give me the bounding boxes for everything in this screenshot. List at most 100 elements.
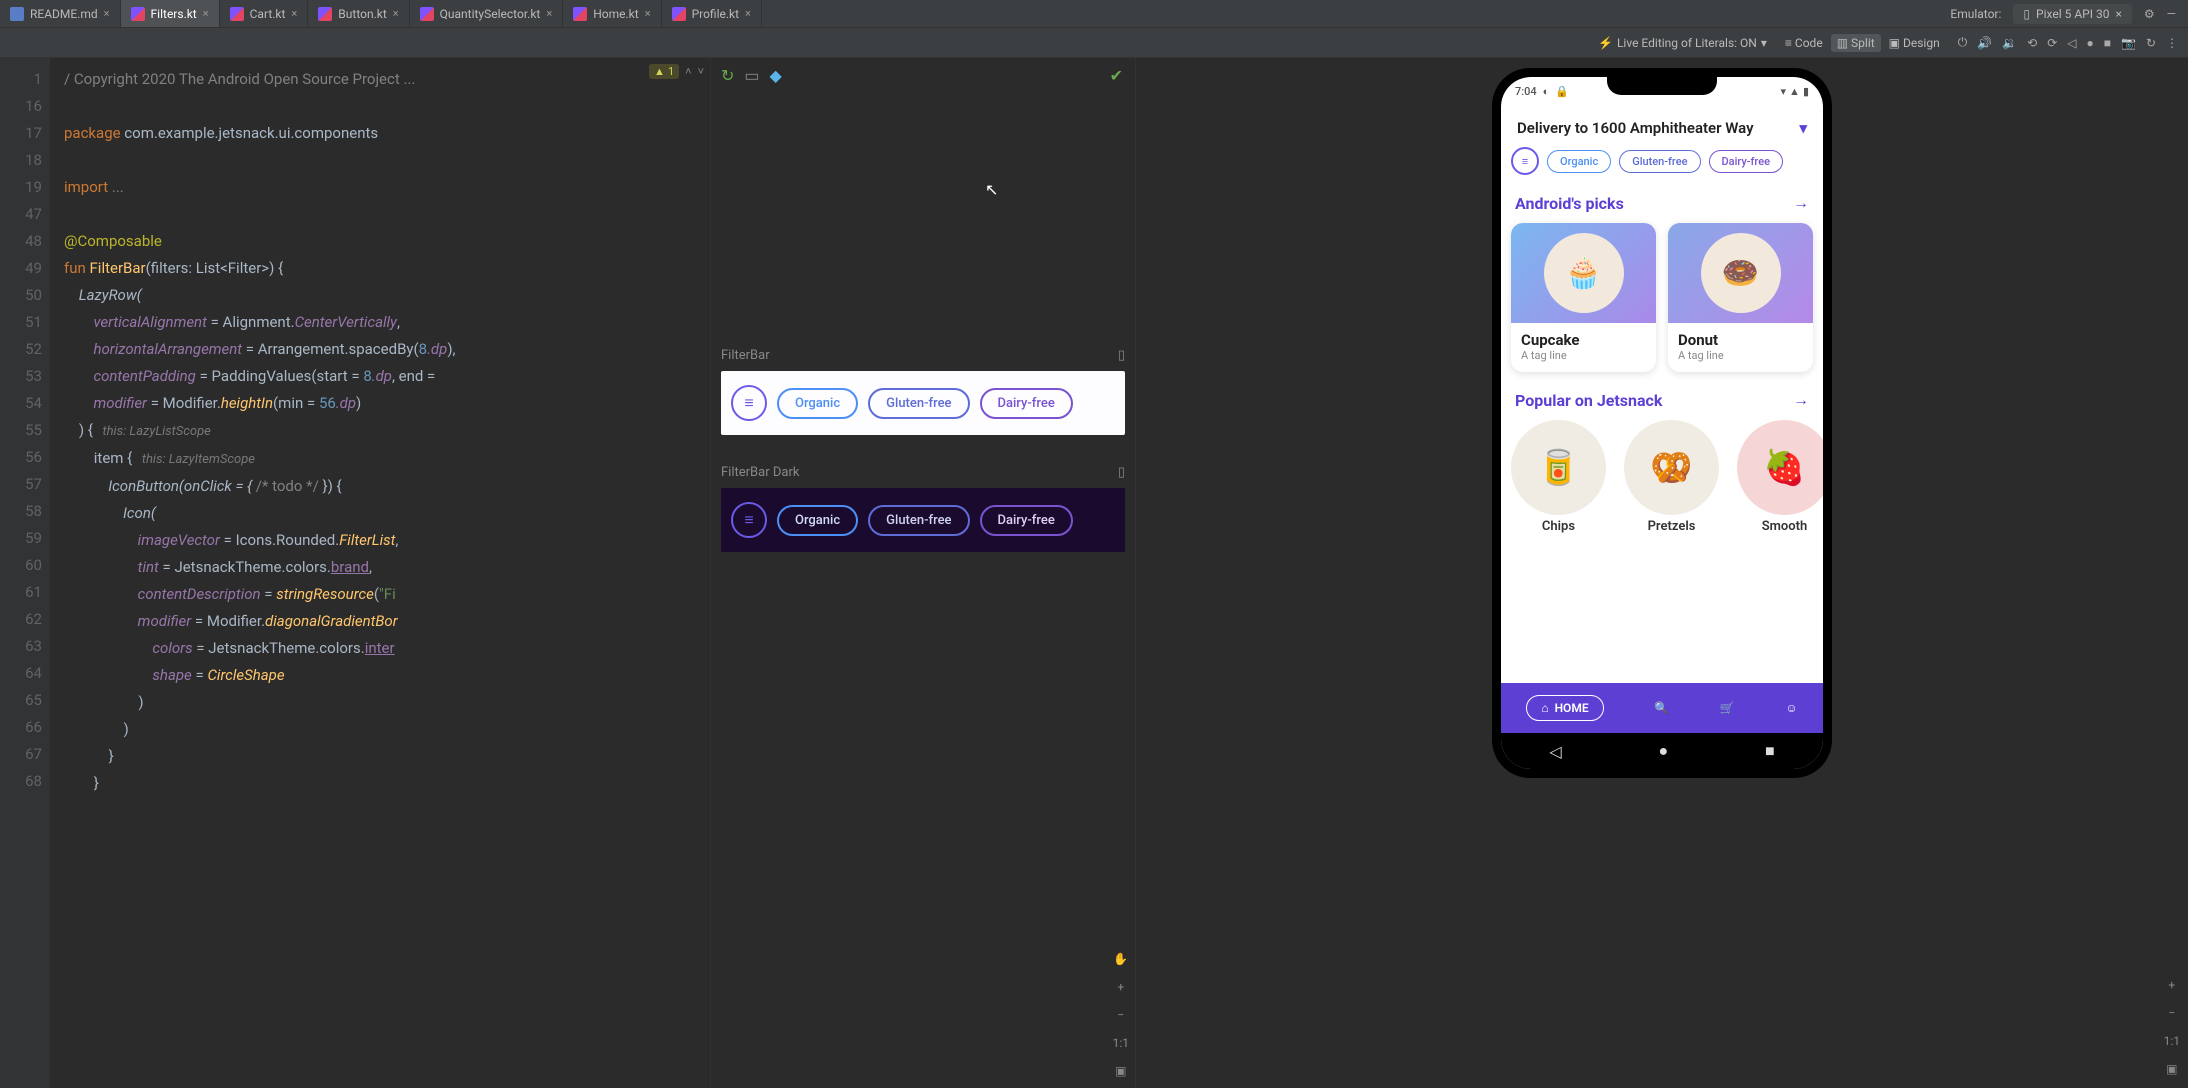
back-icon[interactable]: ◁ (2067, 36, 2076, 50)
more-icon[interactable]: ⋮ (2166, 36, 2178, 50)
volume-down-icon[interactable]: 🔉 (2002, 36, 2017, 50)
delivery-address[interactable]: Delivery to 1600 Amphitheater Way▾ (1501, 105, 1823, 147)
fit-icon[interactable]: ▣ (1115, 1064, 1126, 1078)
home-icon[interactable]: ● (1658, 741, 1668, 761)
filterbar-preview-light: ≡ Organic Gluten-free Dairy-free (721, 371, 1125, 435)
popular-chips[interactable]: 🥫Chips (1511, 420, 1606, 534)
close-icon[interactable]: × (745, 7, 751, 20)
nav-cart[interactable]: 🛒 (1720, 701, 1735, 715)
search-icon: 🔍 (1654, 701, 1669, 715)
popular-smoothie[interactable]: 🍓Smooth (1737, 420, 1823, 534)
chip-organic[interactable]: Organic (1547, 150, 1611, 173)
phone-notch (1607, 77, 1717, 95)
snack-card-donut[interactable]: 🍩 DonutA tag line (1668, 223, 1813, 372)
camera-icon[interactable]: 📷 (2121, 36, 2136, 50)
rotate-left-icon[interactable]: ⟲ (2027, 36, 2037, 50)
chip-dairy[interactable]: Dairy-free (980, 388, 1073, 419)
overview-icon[interactable]: ■ (1765, 741, 1775, 761)
profile-icon: ☺ (1785, 701, 1797, 715)
app-filter-bar: ≡ Organic Gluten-free Dairy-free (1501, 147, 1823, 187)
chip-organic[interactable]: Organic (777, 388, 858, 419)
kotlin-icon (420, 7, 434, 21)
snack-card-cupcake[interactable]: 🧁 CupcakeA tag line (1511, 223, 1656, 372)
live-edit-toggle[interactable]: ⚡Live Editing of Literals: ON▾ (1598, 36, 1767, 50)
tab-profile[interactable]: Profile.kt× (662, 0, 762, 27)
pan-icon[interactable]: ✋ (1113, 952, 1128, 966)
fit-icon[interactable]: ▣ (2166, 1062, 2177, 1076)
compose-preview: ↻ ▭ ◆ ✔ FilterBar▯ ≡ Organic Gluten-free… (710, 58, 1135, 1088)
pretzels-image: 🥨 (1624, 420, 1719, 515)
volume-up-icon[interactable]: 🔊 (1977, 36, 1992, 50)
view-code[interactable]: ≡Code (1779, 34, 1829, 52)
arrow-right-icon[interactable]: → (1793, 390, 1809, 410)
close-icon[interactable]: × (546, 7, 552, 20)
filter-icon: ≡ (731, 385, 767, 421)
close-icon[interactable]: × (393, 7, 399, 20)
back-icon[interactable]: ◁ (1549, 742, 1561, 761)
image-icon: ▣ (1889, 36, 1900, 50)
home-icon[interactable]: ● (2086, 36, 2093, 50)
chips-image: 🥫 (1511, 420, 1606, 515)
tab-readme[interactable]: README.md× (0, 0, 121, 27)
warnings-badge[interactable]: ▲ 1 (649, 64, 679, 79)
refresh-icon[interactable]: ↻ (721, 66, 734, 85)
arrow-right-icon[interactable]: → (1793, 193, 1809, 213)
close-icon[interactable]: × (2115, 7, 2121, 21)
chip-dairy[interactable]: Dairy-free (1709, 150, 1783, 173)
layers-icon[interactable]: ◆ (770, 66, 782, 85)
section-title: Android's picks (1515, 194, 1624, 213)
emulator-selector[interactable]: ▯ Pixel 5 API 30 × (2013, 4, 2131, 24)
zoom-reset[interactable]: 1:1 (1113, 1036, 1129, 1050)
tab-bar: README.md× Filters.kt× Cart.kt× Button.k… (0, 0, 2188, 28)
lock-icon: 🔒 (1555, 85, 1569, 98)
chip-gluten[interactable]: Gluten-free (868, 505, 969, 536)
device-screen[interactable]: 7:04◐🔒 ▾▲▮ Delivery to 1600 Amphitheater… (1501, 77, 1823, 769)
emulator-label: Emulator: (1950, 7, 2001, 21)
filterbar-preview-dark: ≡ Organic Gluten-free Dairy-free (721, 488, 1125, 552)
filter-icon[interactable]: ≡ (1511, 147, 1539, 175)
kotlin-icon (672, 7, 686, 21)
chip-gluten[interactable]: Gluten-free (868, 388, 969, 419)
tab-quantity[interactable]: QuantitySelector.kt× (410, 0, 564, 27)
zoom-out-icon[interactable]: − (2168, 1006, 2175, 1020)
chip-dairy[interactable]: Dairy-free (980, 505, 1073, 536)
tab-home[interactable]: Home.kt× (563, 0, 661, 27)
chip-gluten[interactable]: Gluten-free (1619, 150, 1700, 173)
power-icon[interactable]: ⏻ (1958, 35, 1968, 50)
nav-profile[interactable]: ☺ (1785, 701, 1797, 715)
device-icon[interactable]: ▯ (1118, 348, 1125, 363)
zoom-in-icon[interactable]: + (2168, 978, 2175, 992)
close-icon[interactable]: × (291, 7, 297, 20)
nav-home[interactable]: ⌂HOME (1526, 695, 1603, 721)
code-editor[interactable]: 1161718194748495051525354555657585960616… (0, 58, 710, 1088)
view-split[interactable]: ▥Split (1831, 34, 1881, 52)
popular-pretzels[interactable]: 🥨Pretzels (1624, 420, 1719, 534)
gear-icon[interactable]: ⚙ (2144, 7, 2155, 21)
zoom-reset[interactable]: 1:1 (2164, 1034, 2180, 1048)
bottom-nav: ⌂HOME 🔍 🛒 ☺ (1501, 683, 1823, 733)
tab-button[interactable]: Button.kt× (308, 0, 409, 27)
nav-search[interactable]: 🔍 (1654, 701, 1669, 715)
tab-filters[interactable]: Filters.kt× (121, 0, 220, 27)
overview-icon[interactable]: ■ (2104, 36, 2111, 50)
smoothie-image: 🍓 (1737, 420, 1823, 515)
preview-title: FilterBar (721, 348, 770, 363)
chevron-up-icon[interactable]: ˄ (685, 65, 691, 78)
zoom-out-icon[interactable]: − (1117, 1008, 1124, 1022)
close-icon[interactable]: × (645, 7, 651, 20)
chevron-down-icon[interactable]: ˅ (698, 65, 704, 78)
close-icon[interactable]: × (203, 7, 209, 20)
kotlin-icon (131, 7, 145, 21)
device-icon[interactable]: ▯ (1118, 465, 1125, 480)
code-area[interactable]: / Copyright 2020 The Android Open Source… (50, 58, 710, 1088)
close-icon[interactable]: × (104, 7, 110, 20)
zoom-in-icon[interactable]: + (1117, 980, 1124, 994)
view-design[interactable]: ▣Design (1883, 34, 1946, 52)
tab-cart[interactable]: Cart.kt× (220, 0, 309, 27)
minimize-icon[interactable]: — (2167, 7, 2176, 21)
device-icon[interactable]: ▭ (744, 66, 759, 85)
rotate-right-icon[interactable]: ⟳ (2047, 36, 2057, 50)
refresh-icon[interactable]: ↻ (2146, 36, 2156, 50)
chip-organic[interactable]: Organic (777, 505, 858, 536)
emulator-pane: 7:04◐🔒 ▾▲▮ Delivery to 1600 Amphitheater… (1135, 58, 2188, 1088)
